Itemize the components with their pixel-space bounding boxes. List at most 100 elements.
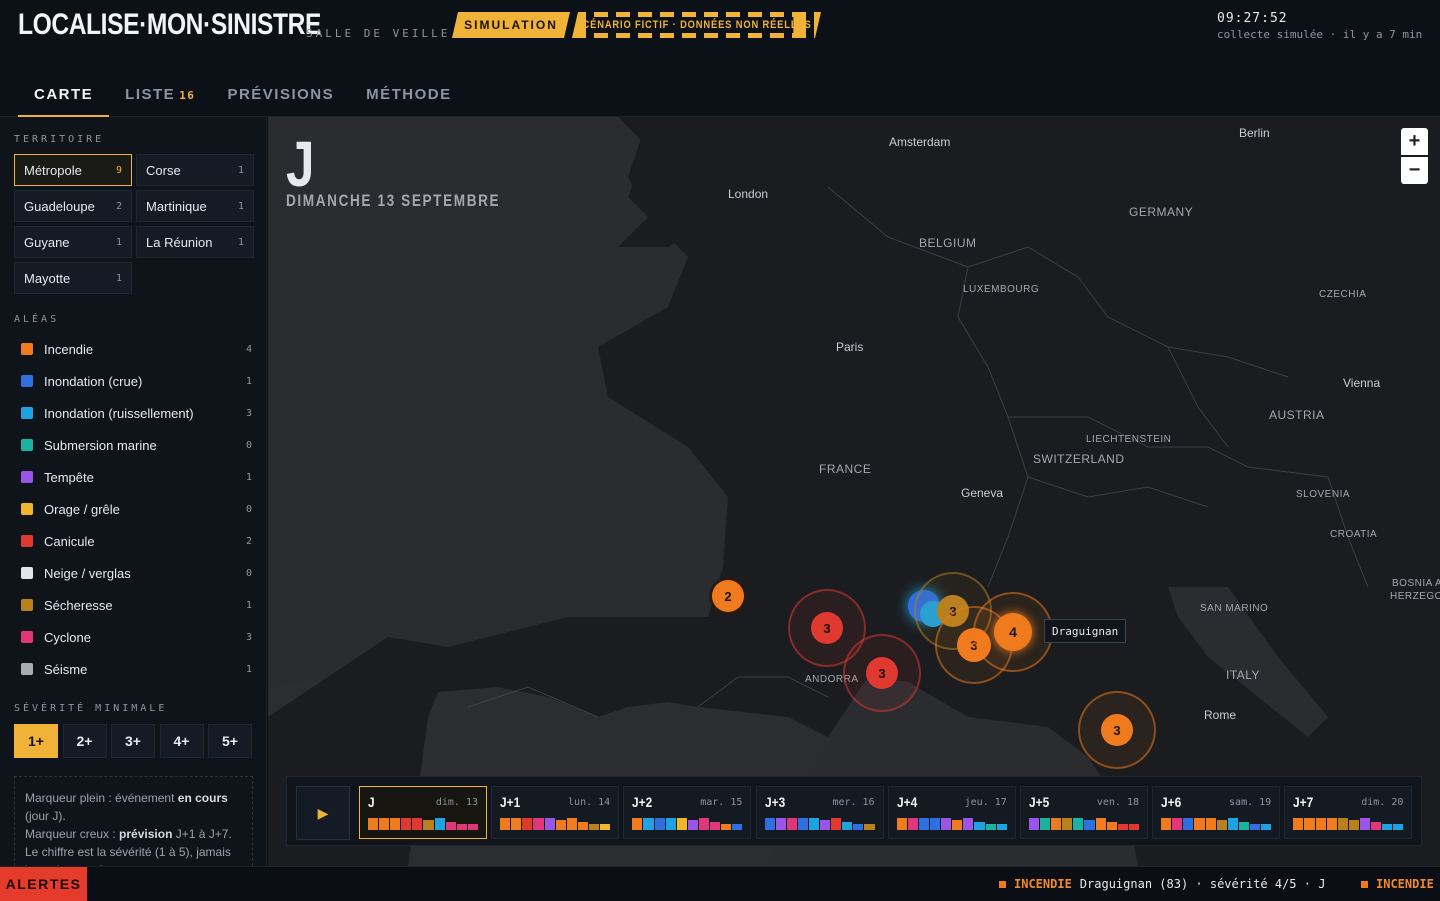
territory-filter[interactable]: Corse 1	[136, 154, 254, 186]
timeline-day[interactable]: J+5 ven. 18	[1020, 786, 1148, 839]
map-view[interactable]: J DIMANCHE 13 SEPTEMBRE Amsterdam Berlin…	[268, 117, 1440, 866]
hazard-bar	[412, 818, 423, 830]
tab-methode[interactable]: MÉTHODE	[350, 74, 468, 117]
timeline-day[interactable]: J+2 mar. 15	[623, 786, 752, 839]
hazard-bar	[907, 818, 918, 830]
hazard-bar	[1304, 818, 1315, 830]
country-label: ITALY	[1226, 668, 1261, 682]
hazard-filter[interactable]: Inondation (ruissellement) 3	[14, 399, 252, 427]
ticker-hazard: INCENDIE	[1376, 877, 1434, 891]
day-date-label: dim. 13	[435, 797, 478, 808]
tab-count-badge: 16	[179, 89, 196, 102]
severity-filter-button[interactable]: 3+	[111, 724, 155, 758]
territory-filter[interactable]: La Réunion 1	[136, 226, 254, 258]
play-button[interactable]: ▶	[296, 786, 350, 840]
hazard-bar	[1062, 818, 1073, 830]
tab-previsions[interactable]: PRÉVISIONS	[211, 74, 350, 117]
hazard-filter[interactable]: Submersion marine 0	[14, 431, 252, 459]
legend-line-1b: en cours	[177, 791, 228, 805]
incident-marker-incendie[interactable]: 2	[712, 580, 744, 612]
hazard-color-swatch	[21, 503, 33, 515]
territory-label: Guyane	[24, 234, 70, 250]
timeline-day[interactable]: J+6 sam. 19	[1152, 786, 1281, 839]
hazard-color-swatch	[21, 471, 33, 483]
incident-marker-incendie-corse[interactable]: 3	[1101, 714, 1133, 746]
app-logo[interactable]: LOCALISE·MON·SINISTRE	[18, 8, 321, 42]
incident-marker-incendie-draguignan[interactable]: 4	[994, 613, 1032, 651]
incident-marker-canicule[interactable]: 3	[811, 612, 843, 644]
day-hazard-bars	[764, 818, 875, 830]
hazard-count: 0	[245, 503, 252, 515]
incident-marker-canicule[interactable]: 3	[866, 657, 898, 689]
country-label: GERMANY	[1129, 205, 1194, 219]
hazard-bar	[1040, 818, 1051, 830]
hazard-filter[interactable]: Canicule 2	[14, 527, 252, 555]
alert-ticker-item[interactable]: INCENDIE	[1361, 877, 1434, 891]
severity-filter-button[interactable]: 1+	[14, 724, 58, 758]
city-label: Paris	[836, 340, 864, 354]
hazard-bar	[1293, 818, 1304, 830]
day-offset-label: J+7	[1293, 794, 1314, 810]
hazard-bar	[1359, 818, 1371, 830]
alerts-button[interactable]: ALERTES	[0, 867, 87, 901]
hazard-filter[interactable]: Sécheresse 1	[14, 591, 252, 619]
day-date-label: ven. 18	[1096, 797, 1139, 808]
tab-liste[interactable]: LISTE 16	[109, 74, 211, 117]
severity-filter-button[interactable]: 2+	[62, 724, 107, 758]
hazard-bar	[1106, 822, 1117, 830]
zoom-in-button[interactable]: +	[1401, 128, 1428, 155]
app-header: LOCALISE·MON·SINISTRE SALLE DE VEILLE SI…	[0, 0, 1440, 117]
territory-filter[interactable]: Mayotte 1	[14, 262, 132, 294]
hazard-bar	[853, 824, 864, 830]
hazard-bar	[764, 818, 775, 830]
timeline-day[interactable]: J+7 dim. 20	[1284, 786, 1413, 839]
hazard-color-swatch	[21, 599, 33, 611]
city-label: Vienna	[1343, 376, 1381, 390]
hazard-filter[interactable]: Inondation (crue) 1	[14, 367, 252, 395]
hazard-filter[interactable]: Neige / verglas 0	[14, 559, 252, 587]
hazard-bar	[1348, 820, 1359, 830]
hazard-filter[interactable]: Séisme 1	[14, 655, 252, 683]
hazard-bar	[533, 818, 544, 830]
timeline-day[interactable]: J+1 lun. 14	[491, 786, 620, 839]
country-label: FRANCE	[819, 462, 872, 476]
hazard-filter[interactable]: Incendie 4	[14, 335, 252, 363]
tab-label: CARTE	[34, 86, 94, 103]
country-label: AUSTRIA	[1269, 408, 1325, 422]
territory-filter[interactable]: Guadeloupe 2	[14, 190, 132, 222]
hazard-label: Canicule	[44, 533, 95, 549]
hazard-bar	[1051, 818, 1062, 830]
day-offset-label: J	[368, 794, 375, 810]
severity-filter-button[interactable]: 4+	[159, 724, 204, 758]
hazard-bar	[1238, 822, 1249, 830]
hazard-bar	[786, 818, 797, 830]
alert-ticker-item[interactable]: INCENDIE Draguignan (83) · sévérité 4/5 …	[999, 877, 1325, 891]
hazard-bar	[676, 818, 687, 830]
clock: 09:27:52	[1217, 11, 1288, 26]
hazard-bar	[1216, 820, 1227, 830]
country-label: SAN MARINO	[1200, 603, 1269, 614]
country-label: HERZEGO	[1390, 591, 1440, 602]
day-timeline: ▶ Jdim. 13 J+1 lun. 14 J+2 mar. 15 J+3 mer. 16…	[286, 776, 1422, 846]
timeline-day[interactable]: Jdim. 13	[359, 786, 487, 839]
country-label: SLOVENIA	[1296, 489, 1351, 500]
hazard-bar	[710, 822, 721, 830]
hazard-count: 3	[245, 407, 252, 419]
territory-count: 1	[237, 236, 244, 248]
zoom-out-button[interactable]: −	[1401, 157, 1428, 184]
severity-filter-button[interactable]: 5+	[208, 724, 252, 758]
territory-filter[interactable]: Métropole 9	[14, 154, 132, 186]
hazard-filter[interactable]: Orage / grêle 0	[14, 495, 252, 523]
territory-filter[interactable]: Guyane 1	[14, 226, 132, 258]
hazard-count: 3	[245, 631, 252, 643]
hazard-filter[interactable]: Tempête 1	[14, 463, 252, 491]
territory-filter[interactable]: Martinique 1	[136, 190, 254, 222]
territory-label: Martinique	[146, 198, 207, 214]
timeline-day[interactable]: J+3 mer. 16	[755, 786, 884, 839]
severity-title: SÉVÉRITÉ MINIMALE	[14, 703, 168, 714]
timeline-day[interactable]: J+4 jeu. 17	[887, 786, 1016, 839]
territory-label: Guadeloupe	[24, 198, 95, 214]
hazard-bar	[467, 824, 478, 830]
hazard-filter[interactable]: Cyclone 3	[14, 623, 252, 651]
tab-carte[interactable]: CARTE	[18, 74, 110, 117]
